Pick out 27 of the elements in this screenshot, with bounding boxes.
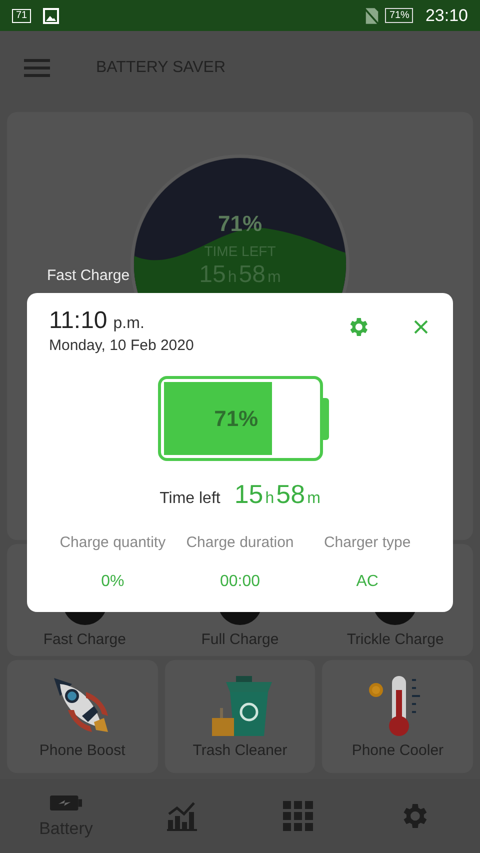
battery-status-badge: 71 <box>12 8 32 23</box>
mode-label: Fast Charge <box>47 266 130 284</box>
gauge-percent: 71% <box>218 210 262 237</box>
clock-time: 23:10 <box>425 6 468 26</box>
no-sim-icon <box>365 6 380 25</box>
hours-unit: h <box>265 490 274 508</box>
stat-value: 0% <box>101 573 124 591</box>
time-left-label: Time left <box>160 490 220 508</box>
battery-percent: 71% <box>214 406 258 432</box>
battery-percent-badge: 71% <box>385 8 414 24</box>
close-icon[interactable] <box>414 320 428 334</box>
dialog-time: 11:10 <box>49 307 108 335</box>
bar-chart-icon <box>166 800 198 832</box>
menu-icon[interactable] <box>24 58 50 78</box>
image-icon <box>43 8 60 24</box>
time-left-hours: 15 <box>234 479 264 510</box>
apps-grid-icon <box>282 800 314 832</box>
stat-value: AC <box>356 573 378 591</box>
battery-charging-icon <box>50 792 82 813</box>
stat-label: Charger type <box>324 534 411 551</box>
dialog-date: Monday, 10 Feb 2020 <box>49 337 195 354</box>
stat-value: 00:00 <box>220 573 260 591</box>
stat-label: Charge duration <box>186 534 294 551</box>
dialog-ampm: p.m. <box>113 315 144 333</box>
time-left-minutes: 58 <box>276 479 306 510</box>
stat-label: Charge quantity <box>60 534 166 551</box>
minutes-unit: m <box>307 490 320 508</box>
